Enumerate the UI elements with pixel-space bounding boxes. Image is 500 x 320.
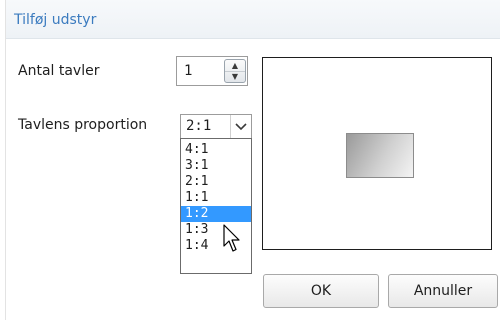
board-preview bbox=[262, 57, 492, 250]
dialog-title: Tilføj udstyr bbox=[14, 12, 97, 28]
count-stepper[interactable]: 1 ▲ ▼ bbox=[176, 56, 248, 86]
cancel-button[interactable]: Annuller bbox=[388, 274, 498, 308]
option-1-1[interactable]: 1:1 bbox=[181, 190, 251, 206]
ok-button[interactable]: OK bbox=[263, 274, 379, 308]
add-equipment-dialog: Tilføj udstyr Antal tavler 1 ▲ ▼ Tavlens… bbox=[5, 0, 500, 320]
proportion-selected-value: 2:1 bbox=[186, 118, 212, 134]
chevron-down-icon[interactable] bbox=[230, 115, 251, 138]
proportion-label: Tavlens proportion bbox=[18, 117, 148, 133]
option-4-1[interactable]: 4:1 bbox=[181, 142, 251, 158]
dialog-titlebar: Tilføj udstyr bbox=[6, 0, 500, 39]
proportion-select[interactable]: 2:1 bbox=[180, 114, 252, 139]
chevron-down-icon[interactable]: ▼ bbox=[225, 71, 245, 82]
option-1-2[interactable]: 1:2 bbox=[181, 206, 251, 222]
option-2-1[interactable]: 2:1 bbox=[181, 174, 251, 190]
mouse-pointer-icon bbox=[223, 224, 240, 252]
stepper-buttons: ▲ ▼ bbox=[224, 59, 246, 83]
count-value[interactable]: 1 bbox=[184, 63, 192, 79]
option-3-1[interactable]: 3:1 bbox=[181, 158, 251, 174]
count-label: Antal tavler bbox=[18, 63, 100, 79]
board-preview-shape bbox=[346, 133, 414, 178]
